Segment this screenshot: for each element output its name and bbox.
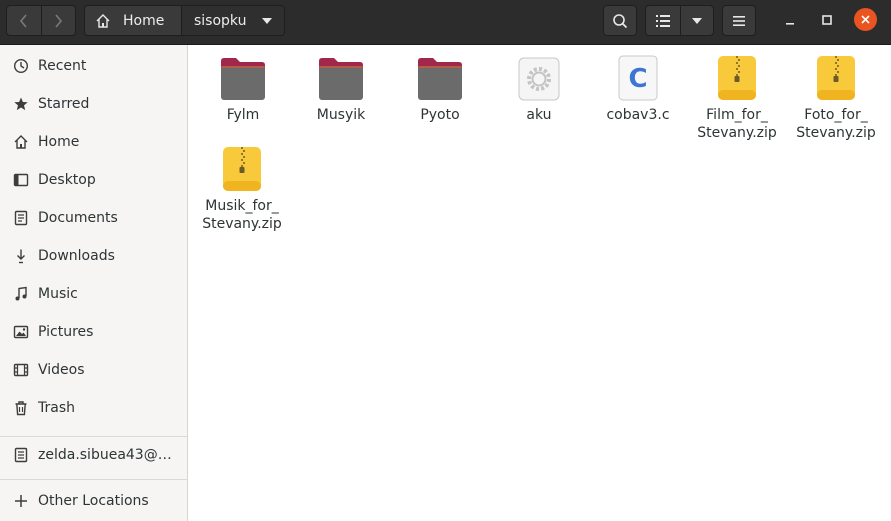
sidebar-item-recent[interactable]: Recent <box>0 47 188 85</box>
sidebar-item-label: Pictures <box>38 324 94 340</box>
sidebar-item-label: Home <box>38 134 80 150</box>
close-icon <box>861 15 870 24</box>
path-current-label: sisopku <box>194 12 247 29</box>
close-button[interactable] <box>854 8 877 31</box>
sidebar-item-documents[interactable]: Documents <box>0 199 188 237</box>
go-forward-icon <box>55 13 63 28</box>
sidebar-item-other-locations[interactable]: Other Locations <box>0 482 188 520</box>
sidebar-item-label: zelda.sibuea43@… <box>38 447 172 463</box>
folder-icon <box>316 51 366 101</box>
maximize-icon <box>822 15 832 25</box>
documents-icon <box>12 210 29 227</box>
minimize-icon <box>786 23 794 25</box>
sidebar-item-pictures[interactable]: Pictures <box>0 313 188 351</box>
zip-archive-icon <box>712 51 762 101</box>
zip-archive-icon <box>811 51 861 101</box>
file-item-folder[interactable]: Fylm <box>193 51 293 124</box>
file-item-folder[interactable]: Musyik <box>291 51 391 124</box>
file-name: Musyik <box>316 107 366 123</box>
zip-archive-icon <box>217 142 267 192</box>
dropdown-icon <box>262 17 272 24</box>
sidebar-item-videos[interactable]: Videos <box>0 351 188 389</box>
sidebar-item-trash[interactable]: Trash <box>0 389 188 427</box>
file-name: Fylm <box>226 107 260 123</box>
sidebar: Recent Starred Home Desktop Documents Do… <box>0 45 188 521</box>
folder-icon <box>415 51 465 101</box>
file-view: Fylm Musyik Pyoto aku C cobav3.c Film_fo… <box>189 45 891 521</box>
sidebar-item-label: Recent <box>38 58 87 74</box>
sidebar-item-label: Trash <box>38 400 75 416</box>
desktop-icon <box>12 172 29 189</box>
dropdown-icon <box>691 17 702 24</box>
executable-gear-icon <box>514 51 564 101</box>
file-manager-window: Home sisopku Recent Starred Home Desktop… <box>0 0 891 521</box>
header-bar: Home sisopku <box>0 0 891 45</box>
file-item-zip[interactable]: Foto_for_ Stevany.zip <box>786 51 886 142</box>
sidebar-item-label: Documents <box>38 210 118 226</box>
go-back-icon <box>19 13 27 28</box>
list-view-icon <box>655 14 670 27</box>
path-current-button[interactable]: sisopku <box>181 6 284 35</box>
file-name: cobav3.c <box>606 107 670 123</box>
file-item-zip[interactable]: Film_for_ Stevany.zip <box>687 51 787 142</box>
file-item-executable[interactable]: aku <box>489 51 589 124</box>
main-menu-button[interactable] <box>723 6 755 35</box>
maximize-button[interactable] <box>815 8 839 32</box>
svg-text:C: C <box>628 64 647 94</box>
sidebar-item-label: Videos <box>38 362 85 378</box>
sidebar-item-label: Other Locations <box>38 493 149 509</box>
file-name: Foto_for_ Stevany.zip <box>796 107 876 141</box>
sidebar-item-label: Music <box>38 286 78 302</box>
sidebar-item-downloads[interactable]: Downloads <box>0 237 188 275</box>
search-button-group <box>603 5 637 36</box>
list-view-button[interactable] <box>646 6 680 35</box>
music-icon <box>12 286 29 303</box>
star-icon <box>12 96 29 113</box>
path-home-button[interactable]: Home <box>85 6 181 35</box>
downloads-icon <box>12 248 29 265</box>
file-item-c-source[interactable]: C cobav3.c <box>588 51 688 124</box>
c-source-file-icon: C <box>613 51 663 101</box>
file-item-zip[interactable]: Musik_for_ Stevany.zip <box>192 142 292 233</box>
file-item-folder[interactable]: Pyoto <box>390 51 490 124</box>
search-icon <box>613 13 628 28</box>
plus-icon <box>12 493 29 510</box>
path-home-label: Home <box>123 12 165 29</box>
file-name: Pyoto <box>420 107 460 123</box>
navigation-buttons <box>6 5 76 36</box>
search-button[interactable] <box>604 6 636 35</box>
network-drive-icon <box>12 447 29 464</box>
folder-icon <box>218 51 268 101</box>
videos-icon <box>12 362 29 379</box>
sidebar-item-label: Starred <box>38 96 90 112</box>
file-name: Musik_for_ Stevany.zip <box>202 198 282 232</box>
back-button[interactable] <box>7 6 41 35</box>
sidebar-item-music[interactable]: Music <box>0 275 188 313</box>
trash-icon <box>12 400 29 417</box>
sidebar-item-desktop[interactable]: Desktop <box>0 161 188 199</box>
view-buttons <box>645 5 714 36</box>
pictures-icon <box>12 324 29 341</box>
minimize-button[interactable] <box>778 8 802 32</box>
view-options-button[interactable] <box>679 6 714 35</box>
menu-button-group <box>722 5 756 36</box>
sidebar-item-label: Downloads <box>38 248 115 264</box>
sidebar-item-starred[interactable]: Starred <box>0 85 188 123</box>
home-icon <box>12 134 29 151</box>
hamburger-menu-icon <box>733 15 745 26</box>
file-name: aku <box>526 107 552 123</box>
home-icon <box>96 13 110 28</box>
path-bar: Home sisopku <box>84 5 285 36</box>
sidebar-item-home[interactable]: Home <box>0 123 188 161</box>
forward-button[interactable] <box>40 6 75 35</box>
sidebar-item-label: Desktop <box>38 172 96 188</box>
clock-icon <box>12 58 29 75</box>
sidebar-separator <box>0 479 188 480</box>
sidebar-item-account[interactable]: zelda.sibuea43@… <box>0 436 188 474</box>
file-name: Film_for_ Stevany.zip <box>697 107 777 141</box>
